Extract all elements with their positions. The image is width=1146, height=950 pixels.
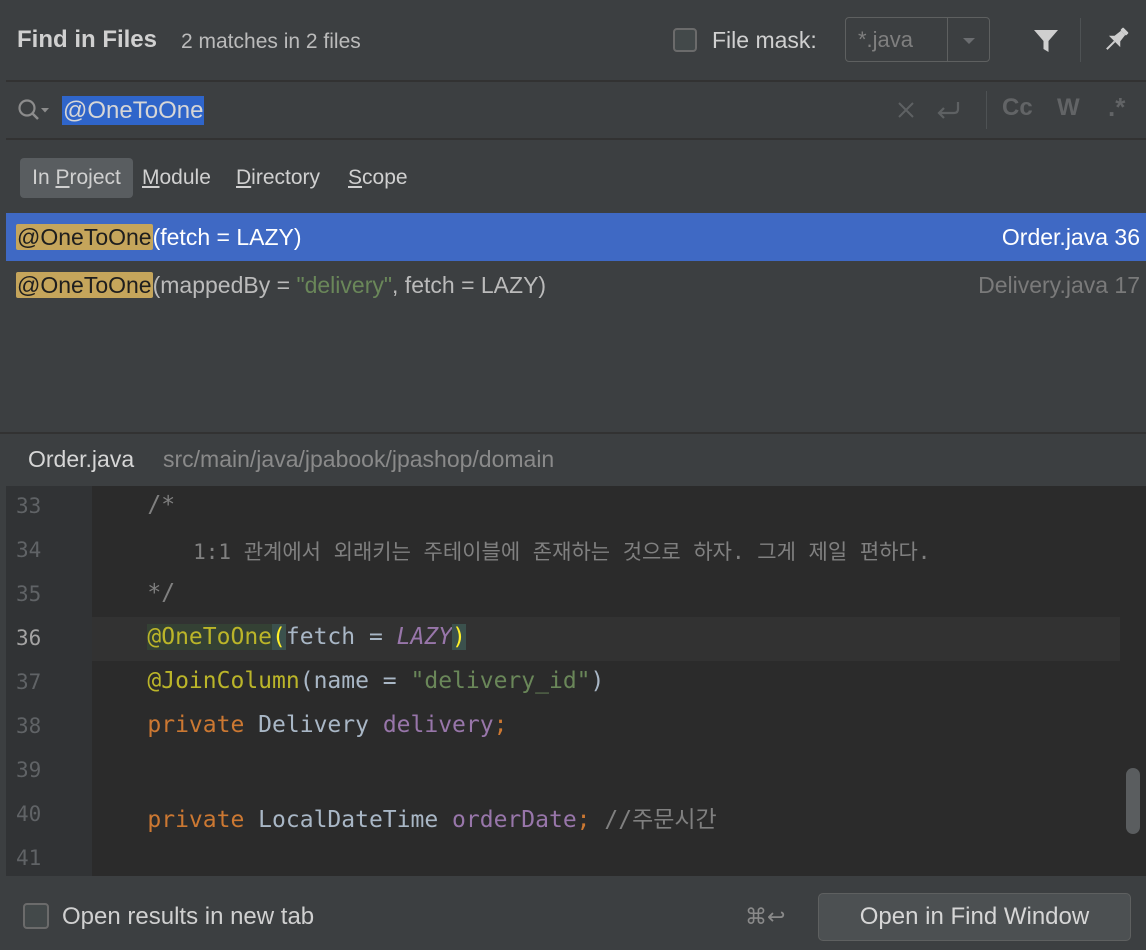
code-type: LocalDateTime [244, 807, 453, 833]
search-history-icon[interactable] [16, 96, 52, 124]
shortcut-hint: ⌘↩ [745, 904, 786, 929]
open-in-find-window-button[interactable]: Open in Find Window [818, 893, 1131, 941]
line-number: 40 [16, 802, 42, 826]
code-line-current: @OneToOne(fetch = LAZY) [92, 624, 466, 650]
code-constant: LAZY [396, 624, 453, 650]
code-field: delivery [382, 712, 494, 738]
result-row[interactable]: @OneToOne(fetch = LAZY) Order.java 36 [6, 213, 1146, 261]
result-snippet: @OneToOne(mappedBy = "delivery", fetch =… [16, 261, 546, 309]
filter-icon[interactable] [1030, 25, 1062, 57]
code-semicolon: ; [493, 712, 508, 738]
whole-words-toggle[interactable]: W [1057, 94, 1080, 122]
code-line: 1:1 관계에서 외래키는 주테이블에 존재하는 것으로 하자. 그게 제일 편… [92, 540, 931, 564]
code-paren: ) [452, 624, 466, 650]
snippet-text: (mappedBy = [152, 272, 297, 298]
match-case-toggle[interactable]: Cc [1002, 94, 1033, 122]
line-number: 41 [16, 846, 42, 870]
line-number: 34 [16, 538, 42, 562]
code-field: orderDate [452, 807, 577, 833]
code-text: (name = [299, 668, 411, 694]
line-number: 37 [16, 670, 42, 694]
search-input[interactable]: @OneToOne [62, 96, 205, 125]
line-number: 33 [16, 494, 42, 518]
code-line: private Delivery delivery; [92, 712, 507, 738]
result-snippet: @OneToOne(fetch = LAZY) [16, 213, 302, 261]
file-mask-checkbox[interactable] [673, 28, 697, 52]
snippet-string: "delivery" [296, 272, 393, 298]
code-semicolon: ; [576, 807, 591, 833]
code-annotation: @JoinColumn [147, 668, 300, 694]
tab-label-rest: odule [159, 166, 211, 189]
line-number-gutter: 33 34 35 36 37 38 39 40 41 [6, 486, 92, 876]
line-number: 39 [16, 758, 42, 782]
match-count: 2 matches in 2 files [181, 30, 361, 53]
search-options-divider [986, 91, 987, 129]
code-preview[interactable]: 33 34 35 36 37 38 39 40 41 /* 1:1 관계에서 외… [6, 486, 1120, 876]
file-mask-value[interactable]: *.java [858, 27, 913, 53]
snippet-text: (fetch = LAZY) [152, 224, 302, 250]
code-string: "delivery_id" [410, 668, 591, 694]
line-number: 35 [16, 582, 42, 606]
code-keyword: private [147, 807, 245, 833]
tab-mnemonic: P [55, 166, 70, 189]
match-highlight: @OneToOne [16, 224, 153, 250]
code-text: ) [590, 668, 605, 694]
dialog-footer: Open results in new tab ⌘↩ Open in Find … [0, 876, 1146, 950]
new-line-icon[interactable] [932, 96, 966, 124]
results-list: @OneToOne(fetch = LAZY) Order.java 36 @O… [6, 211, 1146, 433]
regex-toggle[interactable]: .* [1108, 92, 1125, 123]
search-separator [6, 138, 1146, 140]
tab-directory[interactable]: Directory [236, 158, 320, 198]
code-line: @JoinColumn(name = "delivery_id") [92, 668, 604, 694]
clear-icon[interactable] [893, 97, 919, 123]
combo-divider [947, 18, 948, 61]
code-type: Delivery [244, 712, 383, 738]
code-paren: ( [272, 624, 286, 650]
code-comment: //주문시간 [590, 807, 717, 833]
result-file-location: Delivery.java 17 [978, 272, 1140, 298]
search-bar: @OneToOne Cc W .* [0, 82, 1146, 138]
tab-module[interactable]: Module [142, 158, 211, 198]
chevron-down-icon[interactable] [954, 28, 984, 52]
tab-in-project[interactable]: In Project [20, 158, 133, 198]
dialog-title: Find in Files [17, 26, 158, 53]
scrollbar-thumb[interactable] [1126, 768, 1140, 834]
tab-mnemonic: M [142, 166, 160, 189]
tab-mnemonic: D [236, 166, 252, 189]
tab-label-prefix: In [32, 166, 56, 189]
preview-file-path: src/main/java/jpabook/jpashop/domain [163, 446, 555, 472]
line-number: 38 [16, 714, 42, 738]
code-text: fetch = [285, 624, 397, 650]
tab-label-rest: irectory [251, 166, 321, 189]
line-number-current: 36 [16, 626, 42, 650]
tab-scope[interactable]: Scope [348, 158, 408, 198]
open-in-new-tab-checkbox[interactable] [23, 903, 49, 929]
snippet-text: , fetch = LAZY) [392, 272, 547, 298]
code-line: private LocalDateTime orderDate; //주문시간 [92, 800, 717, 834]
code-annotation: @OneToOne [147, 624, 273, 650]
find-header: Find in Files 2 matches in 2 files File … [0, 0, 1146, 80]
open-in-new-tab-label[interactable]: Open results in new tab [62, 903, 314, 931]
code-line: /* [92, 492, 176, 518]
result-file-location: Order.java 36 [1001, 224, 1140, 250]
pin-icon[interactable] [1098, 22, 1134, 58]
toolbar-divider [1080, 18, 1081, 62]
match-highlight: @OneToOne [16, 272, 153, 298]
code-keyword: private [147, 712, 245, 738]
tab-label-rest: roject [69, 166, 121, 189]
file-mask-combobox[interactable]: *.java [845, 17, 990, 62]
code-line: */ [92, 580, 176, 606]
preview-file-name: Order.java [28, 446, 135, 472]
result-row[interactable]: @OneToOne(mappedBy = "delivery", fetch =… [6, 261, 1146, 309]
preview-header: Order.java src/main/java/jpabook/jpashop… [0, 434, 1146, 486]
file-mask-label[interactable]: File mask: [712, 27, 817, 54]
tab-mnemonic: S [348, 166, 363, 189]
tab-label-rest: cope [362, 166, 408, 189]
